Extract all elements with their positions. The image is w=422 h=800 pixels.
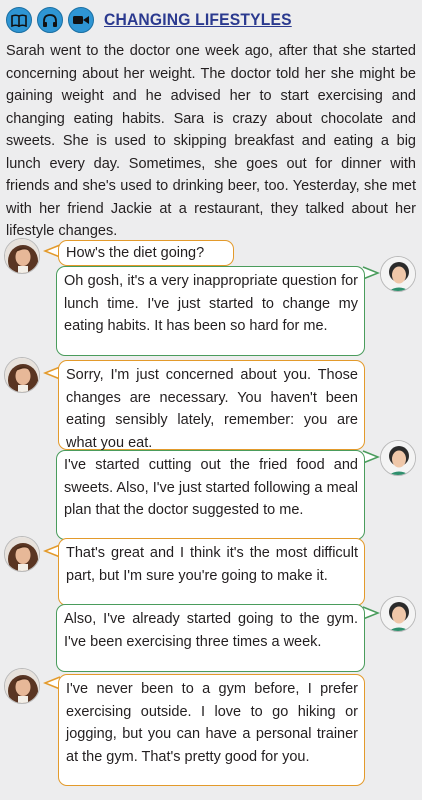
bubble-tail xyxy=(362,266,381,280)
header: CHANGING LIFESTYLES xyxy=(6,6,308,34)
speech-bubble-sarah: I've never been to a gym before, I prefe… xyxy=(58,674,365,786)
avatar-sarah xyxy=(4,357,40,393)
avatar-sarah xyxy=(4,536,40,572)
avatar-jackie xyxy=(380,256,416,292)
speech-bubble-jackie: I've started cutting out the fried food … xyxy=(56,450,365,540)
speech-bubble-sarah: That's great and I think it's the most d… xyxy=(58,538,365,606)
avatar-sarah xyxy=(4,238,40,274)
book-icon[interactable] xyxy=(6,7,32,33)
bubble-tail xyxy=(362,606,381,620)
headphones-icon[interactable] xyxy=(37,7,63,33)
speech-bubble-jackie: Oh gosh, it's a very inappropriate quest… xyxy=(56,266,365,356)
page-title: CHANGING LIFESTYLES xyxy=(104,10,292,29)
avatar-jackie xyxy=(380,440,416,476)
speech-bubble-sarah: How's the diet going? xyxy=(58,240,234,266)
intro-paragraph: Sarah went to the doctor one week ago, a… xyxy=(6,43,416,239)
video-camera-icon[interactable] xyxy=(68,7,94,33)
speech-bubble-sarah: Sorry, I'm just concerned about you. Tho… xyxy=(58,360,365,451)
speech-bubble-jackie: Also, I've already started going to the … xyxy=(56,604,365,672)
avatar-jackie xyxy=(380,596,416,632)
avatar-sarah xyxy=(4,668,40,704)
bubble-tail xyxy=(362,450,381,464)
